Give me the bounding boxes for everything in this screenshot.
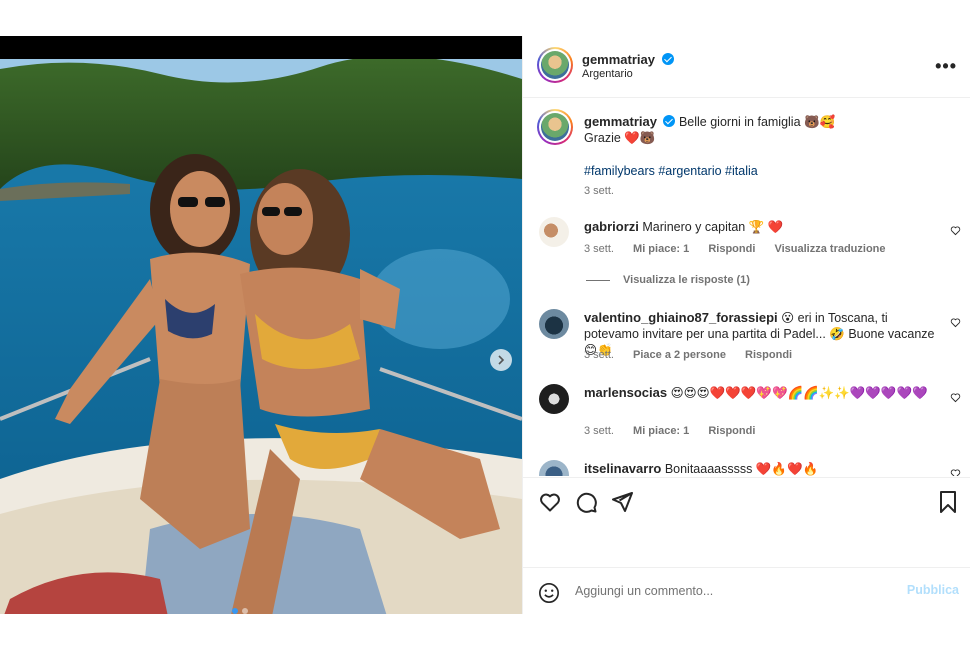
comment-likes[interactable]: Mi piace: 1 bbox=[633, 243, 689, 255]
reply-button[interactable]: Rispondi bbox=[708, 243, 755, 255]
caption-line-2: Grazie ❤️🐻 bbox=[584, 131, 656, 145]
comment-text: Marinero y capitan 🏆 ❤️ bbox=[642, 220, 784, 234]
translate-button[interactable]: Visualizza traduzione bbox=[774, 243, 885, 255]
more-options-button[interactable]: ••• bbox=[935, 56, 957, 77]
post-media[interactable] bbox=[0, 36, 522, 614]
comment-time: 3 sett. bbox=[584, 349, 614, 361]
commenter-avatar[interactable] bbox=[539, 217, 569, 247]
author-username[interactable]: gemmatriay bbox=[582, 52, 655, 67]
next-photo-button[interactable] bbox=[490, 349, 512, 371]
comment-time: 3 sett. bbox=[584, 243, 614, 255]
publish-button[interactable]: Pubblica bbox=[907, 583, 959, 597]
comment-username[interactable]: marlensocias bbox=[584, 385, 667, 400]
comment-likes[interactable]: Piace a 2 persone bbox=[633, 349, 726, 361]
verified-badge-icon bbox=[662, 53, 675, 65]
add-comment-bar: Aggiungi un commento... Pubblica bbox=[523, 567, 970, 614]
share-paper-plane-icon[interactable] bbox=[610, 490, 634, 514]
comments-list[interactable]: gemmatriay Belle giorni in famiglia 🐻🥰 G… bbox=[523, 99, 970, 476]
carousel-indicator bbox=[232, 608, 248, 614]
comment-text: Bonitaaaasssss ❤️🔥❤️🔥 bbox=[664, 462, 819, 476]
caption-text: Belle giorni in famiglia 🐻🥰 bbox=[678, 115, 836, 129]
like-heart-icon[interactable] bbox=[538, 490, 562, 514]
author-avatar[interactable] bbox=[537, 47, 573, 83]
comment-time: 3 sett. bbox=[584, 425, 614, 437]
save-bookmark-icon[interactable] bbox=[937, 490, 959, 514]
carousel-dot-active bbox=[232, 608, 238, 614]
commenter-avatar[interactable] bbox=[539, 384, 569, 414]
reply-button[interactable]: Rispondi bbox=[708, 425, 755, 437]
post-photo[interactable] bbox=[0, 59, 522, 614]
comment-input[interactable]: Aggiungi un commento... bbox=[575, 584, 713, 598]
post-header: gemmatriay Argentario ••• bbox=[523, 36, 970, 98]
caption-username[interactable]: gemmatriay bbox=[584, 114, 657, 129]
like-comment-heart-icon[interactable] bbox=[950, 468, 961, 476]
post-actions-bar bbox=[523, 477, 970, 567]
caption-hashtags[interactable]: #familybears #argentario #italia bbox=[584, 163, 758, 179]
photo-illustration bbox=[0, 59, 522, 614]
comment-likes[interactable]: Mi piace: 1 bbox=[633, 425, 689, 437]
post-location[interactable]: Argentario bbox=[582, 68, 633, 80]
like-comment-heart-icon[interactable] bbox=[950, 317, 961, 328]
caption-avatar[interactable] bbox=[537, 109, 573, 145]
comment-username[interactable]: itselinavarro bbox=[584, 461, 661, 476]
comment-text: 😍😍😍❤️❤️❤️💖💖🌈🌈✨✨💜💜💜💜💜 bbox=[670, 386, 928, 400]
comment-username[interactable]: gabriorzi bbox=[584, 219, 639, 234]
reply-button[interactable]: Rispondi bbox=[745, 349, 792, 361]
caption-time: 3 sett. bbox=[584, 185, 614, 197]
like-comment-heart-icon[interactable] bbox=[950, 392, 961, 403]
replies-divider bbox=[586, 280, 610, 281]
commenter-avatar[interactable] bbox=[539, 460, 569, 476]
commenter-avatar[interactable] bbox=[539, 309, 569, 339]
like-comment-heart-icon[interactable] bbox=[950, 225, 961, 236]
comment-username[interactable]: valentino_ghiaino87_forassiepi bbox=[584, 310, 778, 325]
comment-bubble-icon[interactable] bbox=[574, 490, 598, 514]
emoji-smiley-icon[interactable] bbox=[538, 582, 560, 604]
verified-badge-icon bbox=[663, 115, 676, 127]
chevron-right-icon bbox=[498, 355, 505, 365]
view-replies-button[interactable]: Visualizza le risposte (1) bbox=[623, 274, 750, 286]
carousel-dot bbox=[242, 608, 248, 614]
post-panel: gemmatriay Argentario ••• gemmatriay Bel… bbox=[522, 36, 970, 614]
